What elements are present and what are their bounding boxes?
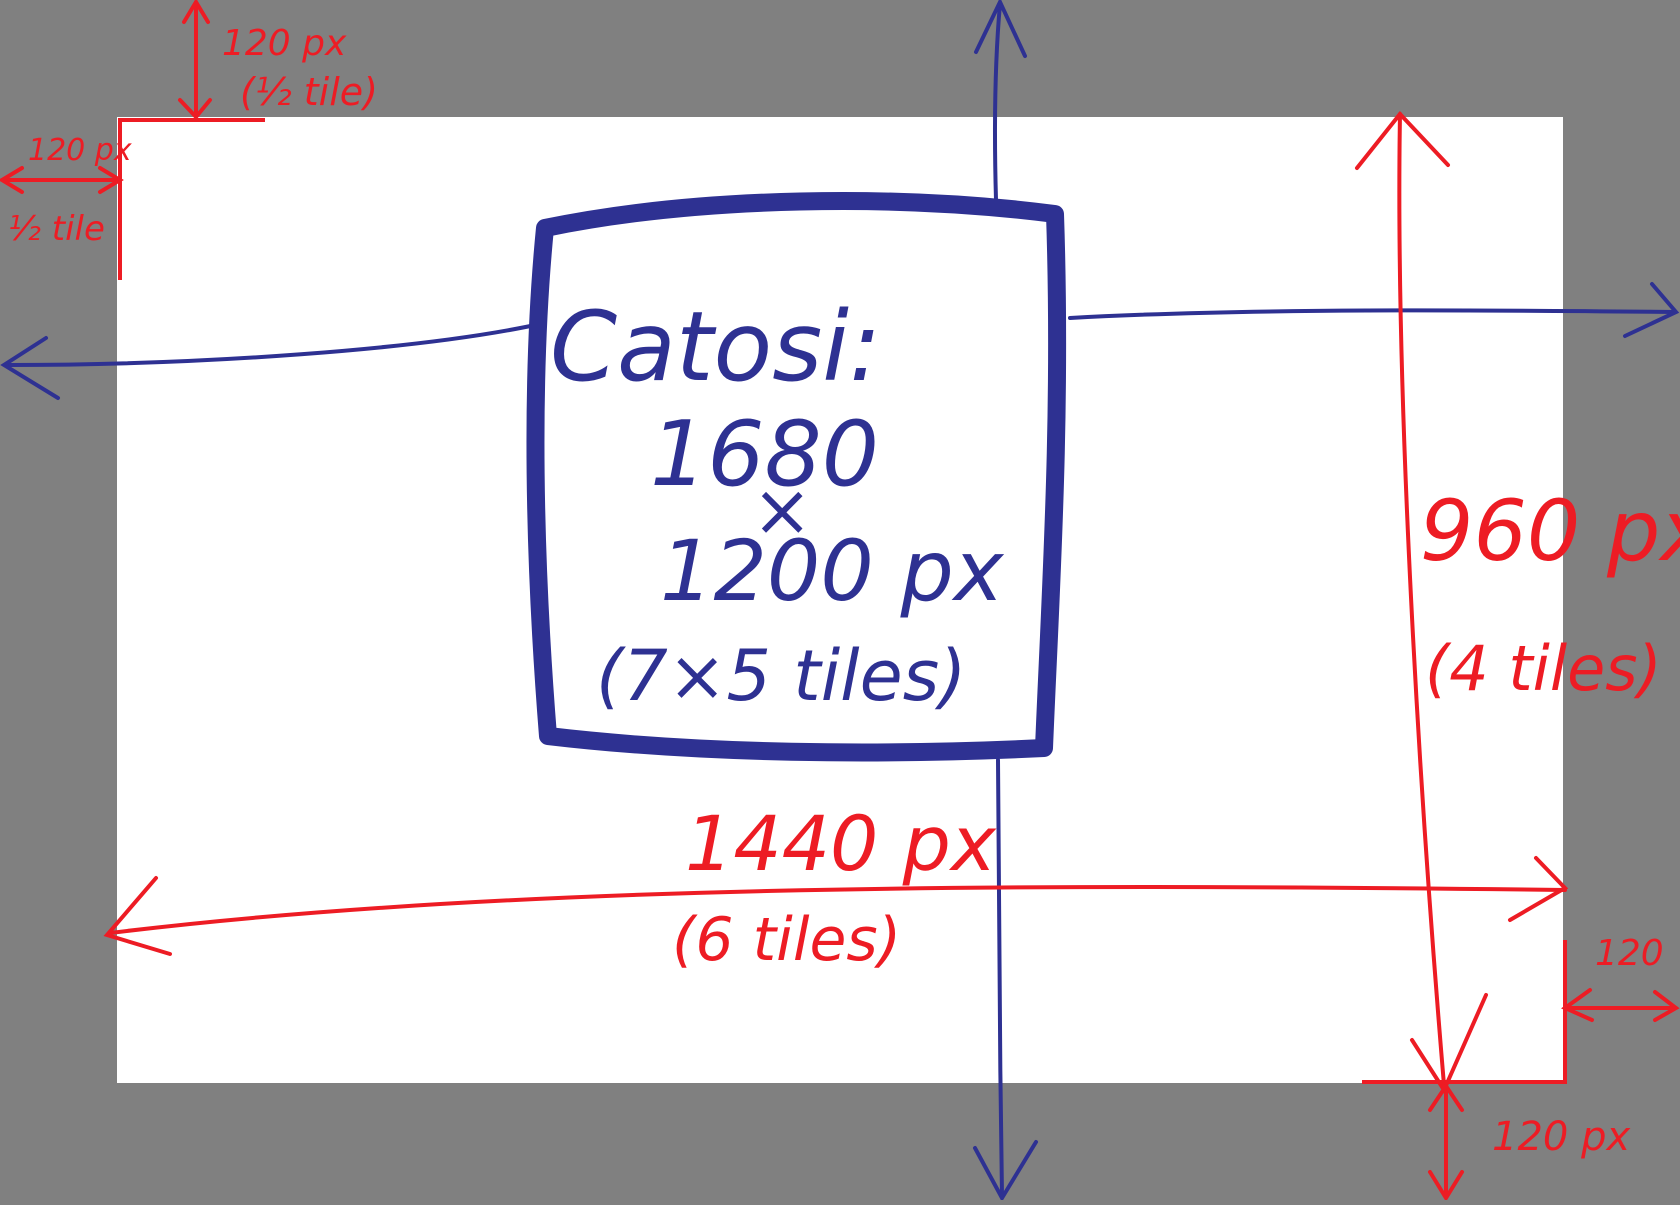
center-box-tiles: (7×5 tiles) bbox=[596, 635, 966, 717]
width-value: 1440 px bbox=[685, 799, 997, 888]
top-margin-tiles: (½ tile) bbox=[240, 70, 378, 114]
center-box-height: 1200 px bbox=[660, 522, 1005, 620]
center-box-title: Catosi: bbox=[550, 291, 881, 403]
diagram-svg: 120 px (½ tile) 120 px ½ tile Catosi: 16… bbox=[0, 0, 1680, 1203]
height-tiles: (4 tiles) bbox=[1425, 632, 1662, 705]
right-margin-value: 120 bbox=[1595, 933, 1664, 974]
height-value: 960 px bbox=[1420, 482, 1680, 580]
bottom-margin-value: 120 px bbox=[1492, 1114, 1630, 1160]
left-margin-value: 120 px bbox=[28, 133, 132, 168]
top-margin-value: 120 px bbox=[222, 23, 347, 64]
left-margin-tiles: ½ tile bbox=[8, 209, 105, 249]
width-tiles: (6 tiles) bbox=[672, 905, 901, 975]
diagram-stage: 120 px (½ tile) 120 px ½ tile Catosi: 16… bbox=[0, 0, 1680, 1203]
